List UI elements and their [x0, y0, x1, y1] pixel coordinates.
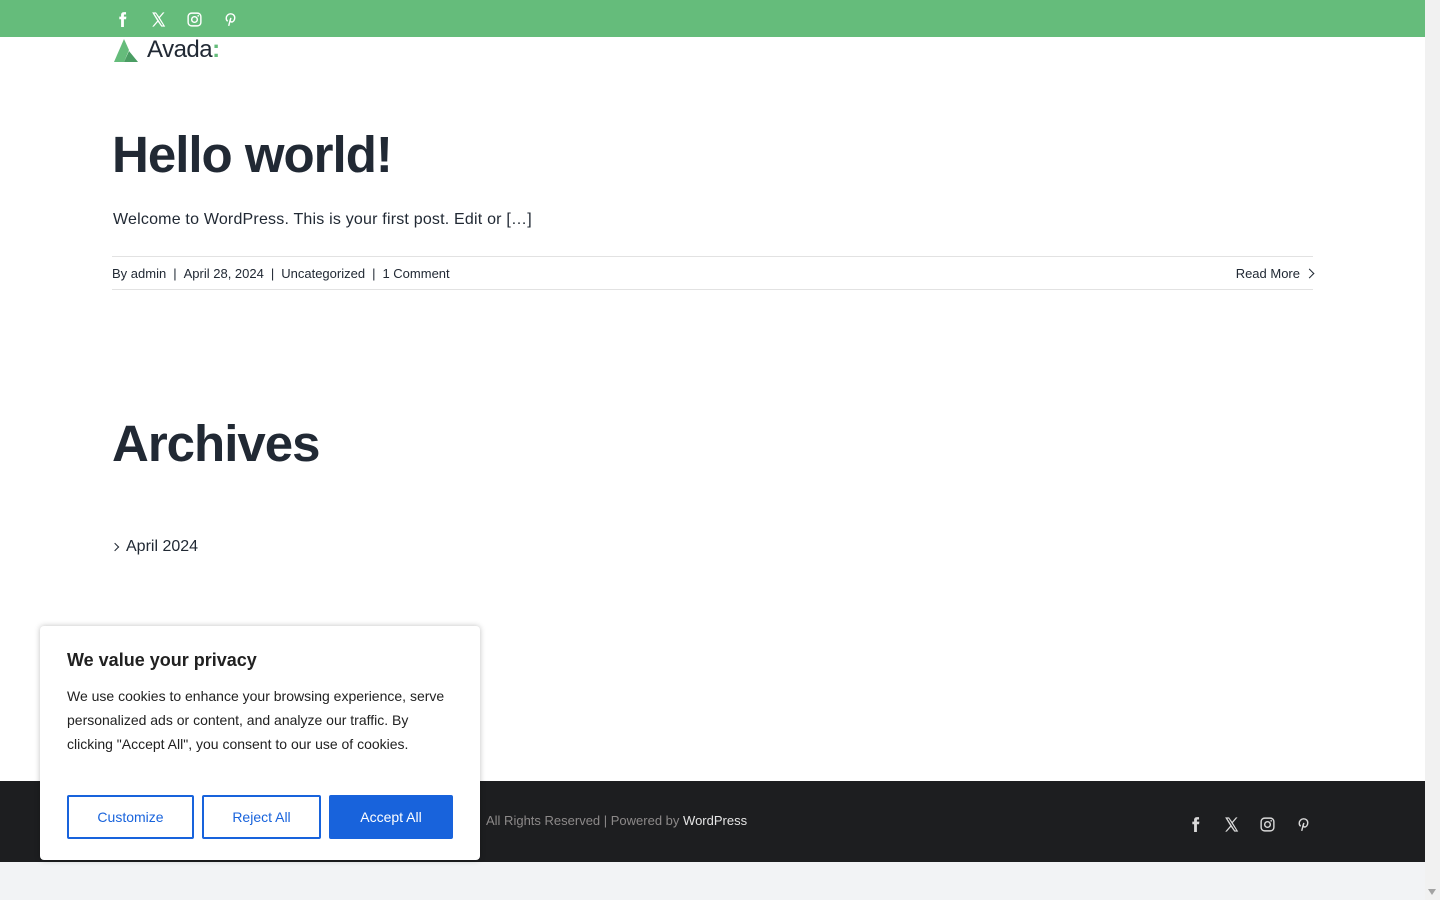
copyright-label: All Rights Reserved | Powered by [486, 813, 680, 828]
site-logo[interactable]: Avada: [113, 36, 220, 63]
post-meta-bar: By admin | April 28, 2024 | Uncategorize… [112, 256, 1315, 290]
meta-separator: | [372, 266, 376, 281]
post-meta: By admin | April 28, 2024 | Uncategorize… [112, 266, 450, 281]
customize-button[interactable]: Customize [67, 795, 194, 839]
category-link[interactable]: Uncategorized [281, 266, 365, 281]
footer-social-links [1185, 814, 1313, 834]
read-more-label[interactable]: Read More [1236, 266, 1300, 281]
pinterest-icon[interactable] [220, 9, 240, 29]
page-bottom-area [0, 862, 1425, 900]
cookie-message: We use cookies to enhance your browsing … [67, 688, 445, 752]
reject-all-button[interactable]: Reject All [202, 795, 321, 839]
wordpress-link[interactable]: WordPress [683, 813, 747, 828]
facebook-icon[interactable] [112, 9, 132, 29]
x-icon[interactable] [148, 9, 168, 29]
archives-heading: Archives [112, 415, 320, 472]
post-title[interactable]: Hello world! [112, 125, 393, 184]
post-date: April 28, 2024 [183, 266, 264, 281]
meta-separator: | [270, 266, 275, 281]
accept-all-button[interactable]: Accept All [329, 795, 453, 839]
cookie-title: We value your privacy [67, 650, 257, 670]
author-link[interactable]: admin [131, 266, 166, 281]
instagram-icon[interactable] [184, 9, 204, 29]
read-more-link[interactable]: Read More [1236, 266, 1315, 281]
page: Avada: Hello world! Welcome to WordPress… [0, 0, 1425, 900]
instagram-icon[interactable] [1257, 814, 1277, 834]
top-social-links [112, 9, 240, 29]
archive-item-label[interactable]: April 2024 [126, 538, 198, 556]
facebook-icon[interactable] [1185, 814, 1205, 834]
pinterest-icon[interactable] [1293, 814, 1313, 834]
x-icon[interactable] [1221, 814, 1241, 834]
logo-text: Avada: [147, 36, 220, 63]
chevron-right-icon [1304, 268, 1315, 279]
comments-link[interactable]: 1 Comment [382, 266, 449, 281]
copyright-text: All Rights Reserved | Powered by WordPre… [486, 813, 747, 828]
meta-separator: | [173, 266, 177, 281]
vertical-scrollbar[interactable] [1425, 0, 1440, 900]
top-bar [0, 0, 1425, 37]
archive-item[interactable]: April 2024 [110, 538, 198, 556]
post-excerpt: Welcome to WordPress. This is your first… [113, 211, 532, 228]
by-label: By [112, 266, 128, 281]
chevron-right-icon [110, 542, 120, 552]
cookie-consent-banner: We value your privacy We use cookies to … [40, 626, 480, 860]
avada-logo-mark-icon [114, 39, 138, 62]
scroll-down-arrow-icon[interactable] [1428, 889, 1436, 895]
